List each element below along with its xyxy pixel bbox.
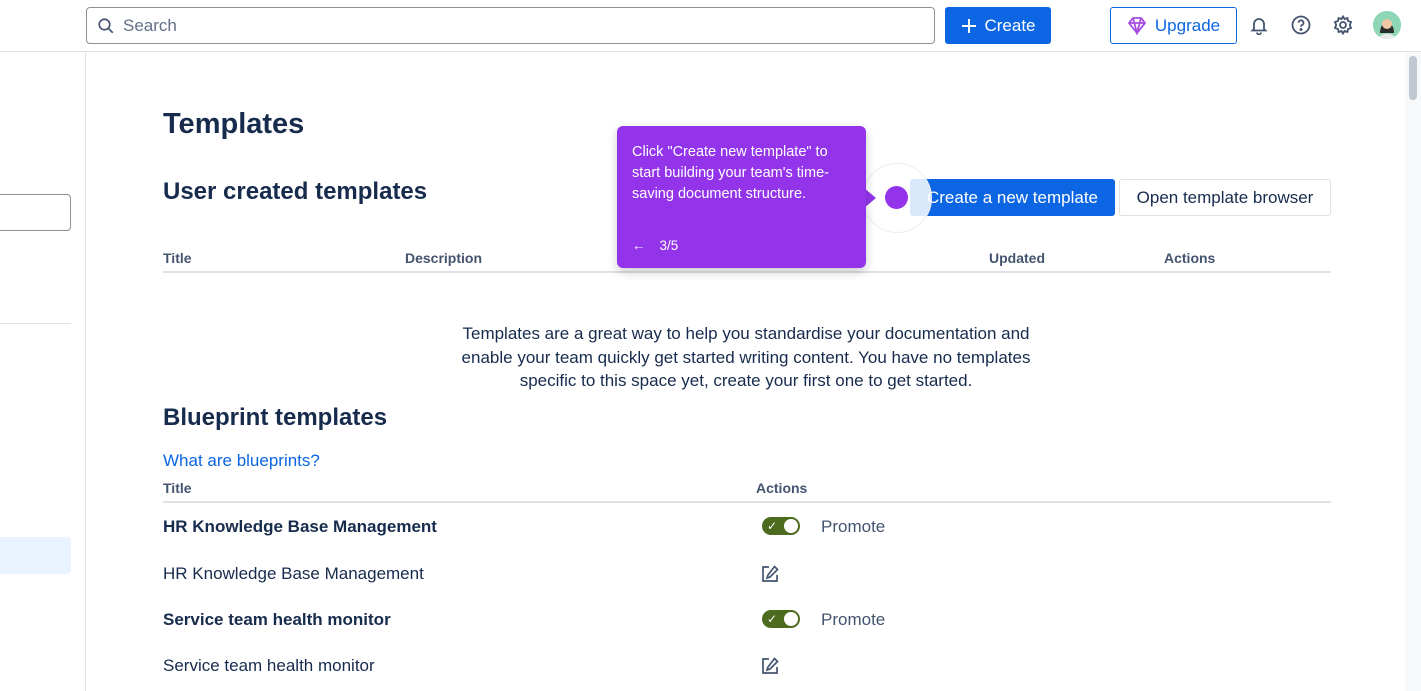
- promote-label: Promote: [821, 610, 886, 629]
- tooltip-text: Click "Create new template" to start bui…: [632, 144, 829, 202]
- promote-toggle[interactable]: ✓: [762, 517, 800, 535]
- blueprint-row-title: HR Knowledge Base Management: [163, 564, 424, 583]
- tooltip-step: 3/5: [659, 238, 679, 253]
- search-icon: [98, 17, 114, 33]
- upgrade-button[interactable]: Upgrade: [1110, 7, 1237, 44]
- page-scrollbar[interactable]: [1405, 52, 1421, 691]
- column-header-description[interactable]: Description: [405, 250, 482, 266]
- edit-icon[interactable]: [760, 564, 780, 584]
- check-icon: ✓: [767, 612, 778, 626]
- plus-icon: [962, 18, 977, 33]
- check-icon: ✓: [767, 519, 778, 533]
- tooltip-footer: ← 3/5: [632, 238, 678, 253]
- promote-label: Promote: [821, 517, 886, 536]
- toggle-knob: [784, 612, 798, 626]
- blueprint-column-title: Title: [163, 480, 192, 496]
- search-input[interactable]: [123, 15, 903, 36]
- blueprint-templates-heading: Blueprint templates: [163, 404, 388, 431]
- upgrade-button-label: Upgrade: [1154, 15, 1221, 35]
- walkthrough-tooltip: Click "Create new template" to start bui…: [617, 126, 866, 268]
- blueprint-row-title: Service team health monitor: [163, 656, 375, 675]
- sidebar-item-selected[interactable]: [0, 537, 71, 574]
- sidebar-border: [85, 52, 86, 691]
- create-new-template-button[interactable]: Create a new template: [910, 179, 1115, 216]
- page-title: Templates: [163, 108, 305, 140]
- scrollbar-thumb[interactable]: [1409, 56, 1417, 100]
- search-box[interactable]: [86, 7, 935, 44]
- sidebar-divider: [0, 323, 71, 324]
- create-button[interactable]: Create: [945, 7, 1051, 44]
- arrow-left-icon[interactable]: ←: [632, 238, 646, 253]
- edit-icon[interactable]: [760, 656, 780, 676]
- settings-icon[interactable]: [1332, 14, 1354, 36]
- blueprint-row-title: Service team health monitor: [163, 610, 391, 629]
- blueprint-row-title: HR Knowledge Base Management: [163, 517, 437, 536]
- user-avatar[interactable]: [1373, 11, 1401, 39]
- column-header-updated[interactable]: Updated: [989, 250, 1045, 266]
- blueprint-header-divider: [163, 501, 1331, 503]
- create-button-label: Create: [984, 15, 1036, 35]
- beacon-dot[interactable]: [885, 186, 908, 209]
- notification-icon[interactable]: [1248, 14, 1270, 36]
- user-templates-heading: User created templates: [163, 178, 428, 205]
- sidebar-search-field[interactable]: [0, 194, 71, 231]
- what-are-blueprints-link[interactable]: What are blueprints?: [163, 451, 320, 471]
- top-navigation-bar: Create Upgrade: [0, 0, 1421, 52]
- column-header-title[interactable]: Title: [163, 250, 192, 266]
- table-header-divider: [163, 271, 1331, 273]
- toggle-knob: [784, 519, 798, 533]
- diamond-icon: [1127, 16, 1147, 35]
- open-template-browser-button[interactable]: Open template browser: [1119, 179, 1331, 216]
- blueprint-column-actions: Actions: [756, 480, 808, 496]
- promote-toggle[interactable]: ✓: [762, 610, 800, 628]
- empty-state-message: Templates are a great way to help you st…: [461, 324, 1031, 390]
- column-header-actions: Actions: [1164, 250, 1216, 266]
- help-icon[interactable]: [1290, 14, 1312, 36]
